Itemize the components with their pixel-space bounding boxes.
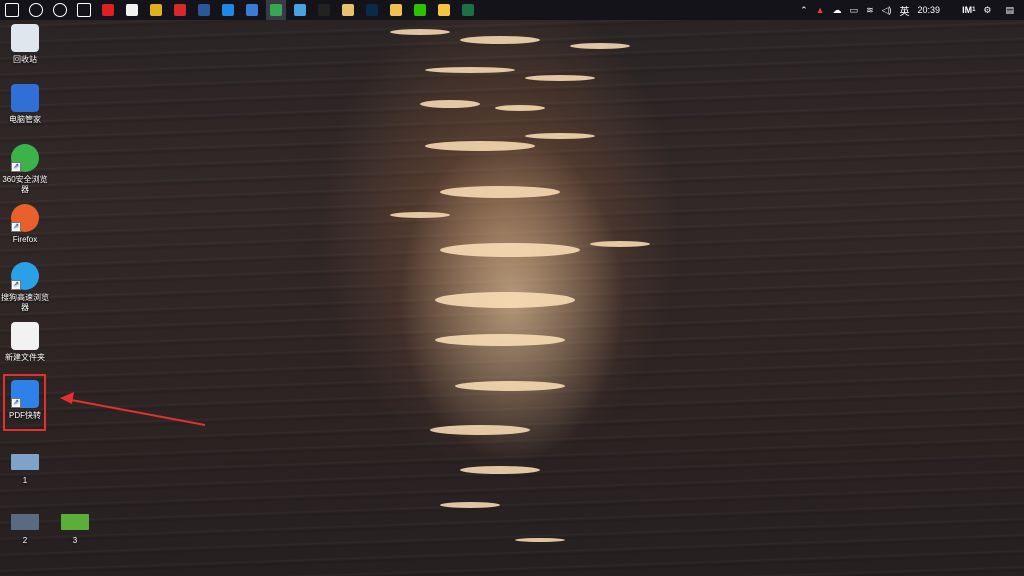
annotation-arrow — [60, 392, 206, 426]
